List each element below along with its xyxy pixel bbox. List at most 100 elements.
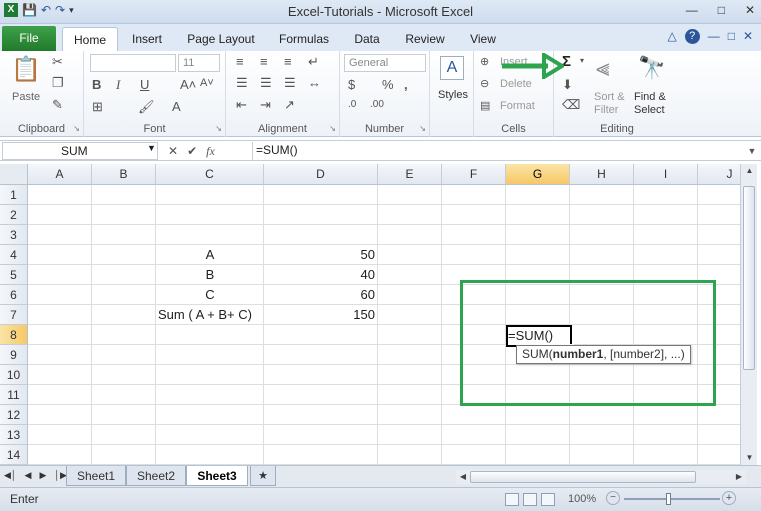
column-header-f[interactable]: F <box>442 164 506 185</box>
align-center-icon[interactable]: ☰ <box>260 75 272 91</box>
tab-view[interactable]: View <box>462 27 504 51</box>
zoom-slider-track[interactable] <box>624 498 720 500</box>
row-header-1[interactable]: 1 <box>0 185 28 205</box>
sheet-tab-sheet1[interactable]: Sheet1 <box>66 466 126 486</box>
comma-style-icon[interactable]: , <box>404 77 408 92</box>
normal-view-icon[interactable] <box>505 493 519 506</box>
scroll-right-icon[interactable]: ▶ <box>732 470 746 484</box>
sort-filter-label-1[interactable]: Sort & <box>594 91 625 103</box>
row-header-14[interactable]: 14 <box>0 445 28 465</box>
restore-icon[interactable]: □ <box>718 3 725 17</box>
row-header-12[interactable]: 12 <box>0 405 28 425</box>
column-header-g[interactable]: G <box>506 164 570 185</box>
decrease-decimal-icon[interactable]: .00 <box>370 99 384 110</box>
file-tab[interactable]: File <box>2 26 56 51</box>
workbook-restore-icon[interactable]: □ <box>728 29 735 44</box>
name-box[interactable]: SUM <box>2 142 158 160</box>
underline-icon[interactable]: U <box>140 77 149 92</box>
row-header-7[interactable]: 7 <box>0 305 28 325</box>
shrink-font-icon[interactable]: A˅ <box>200 77 214 89</box>
zoom-slider-thumb[interactable] <box>666 493 671 505</box>
fill-icon[interactable]: ⬇ <box>562 77 573 93</box>
vertical-scrollbar[interactable]: ▲ ▼ <box>740 164 757 465</box>
bold-icon[interactable]: B <box>92 77 101 92</box>
percent-icon[interactable]: % <box>382 77 394 92</box>
autosum-dropdown-icon[interactable]: ▾ <box>580 56 584 65</box>
grow-font-icon[interactable]: A˄ <box>180 77 196 92</box>
row-header-10[interactable]: 10 <box>0 365 28 385</box>
cell-d7[interactable]: 150 <box>264 305 378 325</box>
paste-icon[interactable]: 📋 <box>10 55 42 87</box>
column-header-e[interactable]: E <box>378 164 442 185</box>
zoom-out-icon[interactable]: − <box>606 491 620 505</box>
paste-button[interactable]: Paste <box>12 91 40 103</box>
format-cells-icon[interactable]: ▤ <box>480 99 490 112</box>
expand-formula-bar-icon[interactable]: ▼ <box>745 142 759 160</box>
align-top-icon[interactable]: ≡ <box>236 54 244 69</box>
insert-cells-icon[interactable]: ⊕ <box>480 55 489 68</box>
row-header-5[interactable]: 5 <box>0 265 28 285</box>
cell-c4[interactable]: A <box>156 245 264 265</box>
prev-sheet-icon[interactable]: ◀ <box>25 470 32 481</box>
zoom-in-icon[interactable]: + <box>722 491 736 505</box>
delete-cells-icon[interactable]: ⊖ <box>480 77 489 90</box>
row-header-3[interactable]: 3 <box>0 225 28 245</box>
font-name-field[interactable] <box>90 54 176 72</box>
scroll-down-icon[interactable]: ▼ <box>741 451 758 465</box>
zoom-level[interactable]: 100% <box>568 493 596 505</box>
row-header-6[interactable]: 6 <box>0 285 28 305</box>
row-header-9[interactable]: 9 <box>0 345 28 365</box>
tab-review[interactable]: Review <box>400 27 450 51</box>
row-header-11[interactable]: 11 <box>0 385 28 405</box>
row-header-2[interactable]: 2 <box>0 205 28 225</box>
sheet-tab-sheet2[interactable]: Sheet2 <box>126 466 186 486</box>
insert-sheet-icon[interactable]: ★ <box>250 466 276 486</box>
styles-icon[interactable]: A <box>440 56 464 80</box>
insert-function-icon[interactable]: fx <box>206 144 215 159</box>
column-header-d[interactable]: D <box>264 164 378 185</box>
italic-icon[interactable]: I <box>116 77 120 93</box>
find-select-icon[interactable]: 🔭 <box>638 55 665 81</box>
column-header-i[interactable]: I <box>634 164 698 185</box>
cut-icon[interactable]: ✂ <box>52 54 63 70</box>
horizontal-scrollbar[interactable]: ◀ ▶ <box>456 470 746 484</box>
column-header-b[interactable]: B <box>92 164 156 185</box>
find-select-label-2[interactable]: Select <box>634 104 665 116</box>
number-launcher-icon[interactable]: ↘ <box>419 124 426 133</box>
horizontal-scroll-thumb[interactable] <box>470 471 696 483</box>
minimize-icon[interactable]: — <box>686 3 698 17</box>
cell-c7[interactable]: Sum ( A + B+ C) <box>155 305 264 325</box>
tab-data[interactable]: Data <box>346 27 388 51</box>
select-all-button[interactable] <box>0 164 28 185</box>
copy-icon[interactable]: ❐ <box>52 75 64 91</box>
number-format-field[interactable]: General <box>344 54 426 72</box>
fill-color-icon[interactable]: 🖌 <box>138 99 155 115</box>
align-left-icon[interactable]: ☰ <box>236 75 248 91</box>
formula-input[interactable]: =SUM() <box>252 142 743 160</box>
column-header-c[interactable]: C <box>156 164 264 185</box>
row-header-4[interactable]: 4 <box>0 245 28 265</box>
increase-decimal-icon[interactable]: .0 <box>348 99 356 110</box>
font-size-field[interactable]: 11 <box>178 54 220 72</box>
column-header-j[interactable]: J <box>698 164 740 185</box>
orientation-icon[interactable]: ↗ <box>284 97 295 113</box>
next-sheet-icon[interactable]: ▶ <box>39 470 46 481</box>
cell-c5[interactable]: B <box>156 265 264 285</box>
cancel-icon[interactable]: ✕ <box>168 144 178 158</box>
workbook-close-icon[interactable]: ✕ <box>743 29 753 44</box>
sheet-tab-sheet3[interactable]: Sheet3 <box>186 466 248 486</box>
tab-page-layout[interactable]: Page Layout <box>182 27 260 51</box>
clipboard-launcher-icon[interactable]: ↘ <box>73 124 80 133</box>
clear-icon[interactable]: ⌫ <box>562 97 580 113</box>
alignment-launcher-icon[interactable]: ↘ <box>329 124 336 133</box>
align-middle-icon[interactable]: ≡ <box>260 54 268 69</box>
minimize-ribbon-icon[interactable]: △ <box>667 29 676 44</box>
tab-formulas[interactable]: Formulas <box>274 27 334 51</box>
font-color-icon[interactable]: A <box>172 99 181 114</box>
styles-button[interactable]: Styles <box>438 89 468 101</box>
decrease-indent-icon[interactable]: ⇤ <box>236 97 247 113</box>
scroll-left-icon[interactable]: ◀ <box>456 470 470 484</box>
page-break-view-icon[interactable] <box>541 493 555 506</box>
workbook-minimize-icon[interactable]: — <box>708 29 720 44</box>
column-header-a[interactable]: A <box>28 164 92 185</box>
